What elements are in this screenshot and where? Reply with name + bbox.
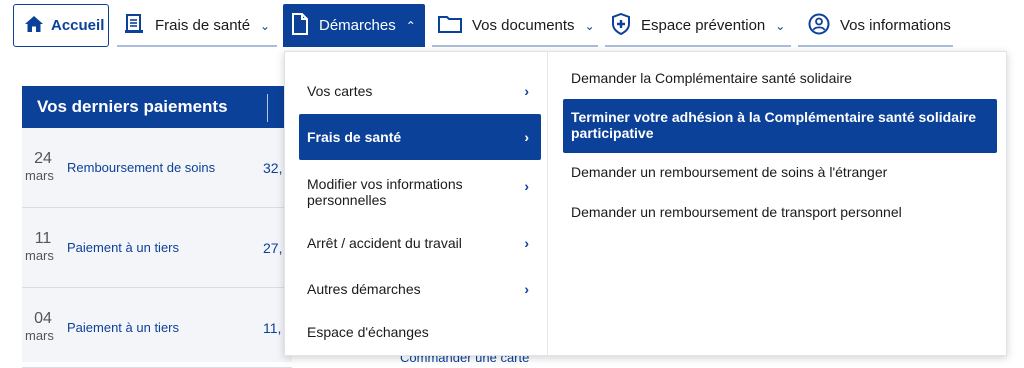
- payment-label[interactable]: Paiement à un tiers: [67, 320, 179, 335]
- submenu-item-cartes[interactable]: Vos cartes ›: [299, 76, 541, 106]
- payments-panel: Vos derniers paiements 24 mars Rembourse…: [22, 86, 292, 368]
- home-icon: [24, 15, 44, 37]
- nav-prevention-tab[interactable]: Espace prévention ⌄: [605, 4, 791, 47]
- payment-label[interactable]: Remboursement de soins: [67, 160, 215, 175]
- payment-row[interactable]: 11 mars Paiement à un tiers 27,: [22, 208, 292, 288]
- chevron-down-icon: ⌄: [584, 18, 595, 33]
- chevron-right-icon: ›: [524, 178, 529, 194]
- payments-title: Vos derniers paiements: [37, 97, 228, 116]
- payment-row[interactable]: 04 mars Paiement à un tiers 11,: [22, 288, 292, 368]
- payment-date: 11 mars: [25, 230, 54, 263]
- chevron-right-icon: ›: [524, 129, 529, 145]
- receipt-icon: [123, 13, 145, 39]
- chevron-right-icon: ›: [524, 281, 529, 297]
- header-separator: [267, 94, 268, 122]
- action-terminer-adhesion-link[interactable]: Terminer votre adhésion à la Complémenta…: [563, 99, 997, 153]
- demarches-dropdown: Vos cartes › Frais de santé › Modifier v…: [284, 51, 1007, 357]
- payment-amount: 27,: [263, 240, 283, 256]
- nav-documents-tab[interactable]: Vos documents ⌄: [432, 4, 598, 47]
- submenu-item-autres[interactable]: Autres démarches ›: [299, 274, 541, 304]
- action-transport-link[interactable]: Demander un remboursement de transport p…: [563, 204, 997, 224]
- nav-demarches-tab[interactable]: Démarches ⌃: [283, 4, 425, 47]
- nav-frais-tab[interactable]: Frais de santé ⌄: [117, 4, 277, 47]
- chevron-right-icon: ›: [524, 83, 529, 99]
- main-nav: Accueil Frais de santé ⌄ Démarches ⌃ Vos…: [0, 0, 1024, 50]
- payment-label[interactable]: Paiement à un tiers: [67, 240, 179, 255]
- submenu-item-modifier[interactable]: Modifier vos informations personnelles ›: [299, 170, 541, 214]
- user-icon: [808, 13, 830, 39]
- menu-divider: [547, 52, 548, 357]
- folder-icon: [438, 14, 462, 38]
- payment-date: 24 mars: [25, 150, 54, 183]
- nav-informations-tab[interactable]: Vos informations: [798, 4, 953, 47]
- chevron-right-icon: ›: [524, 235, 529, 251]
- payment-date: 04 mars: [25, 310, 54, 343]
- chevron-up-icon: ⌃: [405, 18, 416, 33]
- action-soins-etranger-link[interactable]: Demander un remboursement de soins à l'é…: [563, 164, 997, 184]
- payment-amount: 11,: [263, 320, 282, 336]
- chevron-down-icon: ⌄: [260, 18, 271, 33]
- nav-home-button[interactable]: Accueil: [13, 4, 109, 47]
- shield-plus-icon: [611, 12, 631, 39]
- payment-amount: 32,: [263, 160, 283, 176]
- payment-row[interactable]: 24 mars Remboursement de soins 32,: [22, 128, 292, 208]
- submenu-item-frais[interactable]: Frais de santé ›: [299, 114, 541, 160]
- chevron-down-icon: ⌄: [775, 18, 786, 33]
- action-css-link[interactable]: Demander la Complémentaire santé solidai…: [563, 70, 997, 90]
- submenu-item-echanges[interactable]: Espace d'échanges: [299, 317, 541, 347]
- submenu-item-arret[interactable]: Arrêt / accident du travail ›: [299, 228, 541, 258]
- payments-header: Vos derniers paiements: [22, 86, 292, 128]
- document-icon: [291, 12, 309, 39]
